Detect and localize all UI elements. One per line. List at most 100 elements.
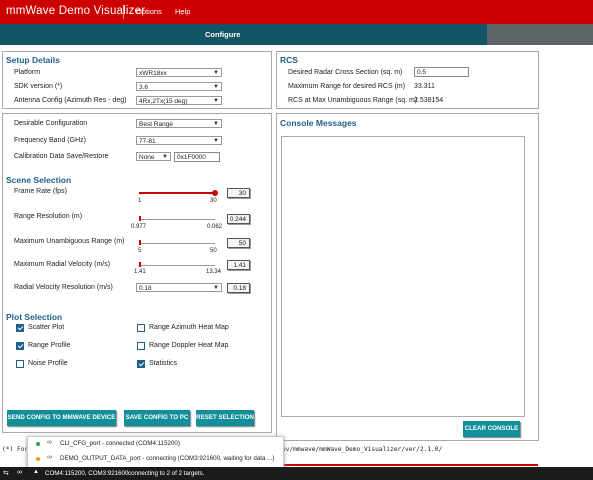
frame-rate-label: Frame Rate (fps) xyxy=(14,188,67,195)
max-radial-velocity-slider[interactable] xyxy=(139,265,215,266)
platform-label: Platform xyxy=(14,69,41,76)
link-icon: ∞ xyxy=(47,439,52,446)
title-separator xyxy=(123,5,124,19)
connect-icon[interactable]: ⇆ xyxy=(3,469,9,477)
frame-rate-slider-handle[interactable] xyxy=(212,190,218,196)
console-title: Console Messages xyxy=(280,118,357,128)
radial-velocity-resolution-select[interactable]: 0.18 ▼ xyxy=(136,283,222,292)
max-radial-velocity-label: Maximum Radial Velocity (m/s) xyxy=(14,261,111,268)
calibration-label: Calibration Data Save/Restore xyxy=(14,153,109,160)
max-unambiguous-range-max: 50 xyxy=(210,248,217,254)
footnote-url[interactable]: ev/mmwave/mmWave_Demo_Visualizer/ver/2.1… xyxy=(282,446,442,453)
frame-rate-max: 30 xyxy=(210,198,217,204)
range-resolution-max: 0.062 xyxy=(207,224,223,230)
range-doppler-heat-map-label: Range Doppler Heat Map xyxy=(149,342,229,349)
max-unambiguous-range-value[interactable]: 50 xyxy=(227,238,250,248)
calibration-address-input[interactable]: 0x1F0000 xyxy=(174,152,220,162)
max-radial-velocity-min: 1.41 xyxy=(134,269,146,275)
reset-selection-button[interactable]: RESET SELECTION xyxy=(196,410,254,426)
max-unambiguous-range-slider-handle[interactable] xyxy=(139,240,141,245)
frequency-band-label: Frequency Band (GHz) xyxy=(14,137,86,144)
range-resolution-slider-handle[interactable] xyxy=(139,216,141,221)
console-messages-area[interactable] xyxy=(281,136,525,417)
range-profile-label: Range Profile xyxy=(28,342,71,349)
frame-rate-slider-fill xyxy=(139,192,215,194)
sdk-label: SDK version (*) xyxy=(14,83,63,90)
noise-profile-label: Noise Profile xyxy=(28,360,68,367)
menu-help[interactable]: Help xyxy=(175,7,190,16)
max-radial-velocity-max: 13.34 xyxy=(206,269,222,275)
sdk-select[interactable]: 3.6 ▼ xyxy=(136,82,222,91)
chevron-down-icon: ▼ xyxy=(162,154,168,160)
cli-port-status: CLI_CFG_port - connected (COM4:115200) xyxy=(60,440,180,447)
platform-select[interactable]: xWR18xx ▼ xyxy=(136,68,222,77)
range-resolution-slider[interactable] xyxy=(139,219,215,220)
max-range-value: 33.311 xyxy=(414,83,435,90)
clear-console-button[interactable]: CLEAR CONSOLE xyxy=(463,421,520,437)
radial-velocity-resolution-label: Radial Velocity Resolution (m/s) xyxy=(14,284,113,291)
max-radial-velocity-value[interactable]: 1.41 xyxy=(227,260,250,270)
status-message: connecting to 2 of 2 targets. xyxy=(128,470,205,477)
send-config-button[interactable]: SEND CONFIG TO MMWAVE DEVICE xyxy=(7,410,116,426)
frame-rate-min: 1 xyxy=(138,198,142,204)
rcs-title: RCS xyxy=(280,55,298,65)
statistics-checkbox[interactable] xyxy=(137,360,145,368)
footnote-text: (*) For xyxy=(2,446,29,453)
broken-link-icon: ∞ xyxy=(47,454,52,461)
rcs-max-label: RCS at Max Unambiguous Range (sq. m) xyxy=(288,97,418,104)
frequency-band-value: 77-81 xyxy=(139,138,156,145)
link-icon[interactable]: ∞ xyxy=(17,469,22,476)
app-title: mmWave Demo Visualizer xyxy=(6,5,146,17)
desirable-config-select[interactable]: Best Range ▼ xyxy=(136,119,222,128)
rcs-max-value: 2.538154 xyxy=(414,97,444,104)
calibration-select-value: None xyxy=(139,154,155,161)
tab-configure[interactable]: Configure xyxy=(205,30,240,39)
radial-velocity-resolution-select-value: 0.18 xyxy=(139,285,152,292)
desirable-config-label: Desirable Configuration xyxy=(14,120,88,127)
antenna-select-value: 4Rx,2Tx(15 deg) xyxy=(139,98,188,105)
frame-rate-value[interactable]: 30 xyxy=(227,188,250,198)
range-resolution-min: 0.977 xyxy=(131,224,147,230)
save-config-button[interactable]: SAVE CONFIG TO PC xyxy=(124,410,190,426)
desired-rcs-label: Desired Radar Cross Section (sq. m) xyxy=(288,69,403,76)
chevron-down-icon: ▼ xyxy=(213,98,219,104)
noise-profile-checkbox[interactable] xyxy=(16,360,24,368)
status-bar: ⇆ ∞ ▲ COM4:115200, COM3:921600 connectin… xyxy=(0,467,593,480)
scatter-plot-label: Scatter Plot xyxy=(28,324,65,331)
data-port-status: DEMO_OUTPUT_DATA_port - connecting (COM3… xyxy=(60,455,275,462)
chevron-down-icon: ▼ xyxy=(213,84,219,90)
sdk-select-value: 3.6 xyxy=(139,84,149,91)
chevron-down-icon: ▼ xyxy=(213,285,219,291)
antenna-label: Antenna Config (Azimuth Res - deg) xyxy=(14,97,127,104)
connecting-dot-icon xyxy=(36,457,40,461)
max-unambiguous-range-slider[interactable] xyxy=(139,243,215,244)
desirable-config-value: Best Range xyxy=(139,121,173,128)
statistics-label: Statistics xyxy=(149,360,178,367)
range-azimuth-heat-map-checkbox[interactable] xyxy=(137,324,145,332)
frequency-band-select[interactable]: 77-81 ▼ xyxy=(136,136,222,145)
radial-velocity-resolution-value[interactable]: 0.18 xyxy=(227,283,250,293)
range-azimuth-heat-map-label: Range Azimuth Heat Map xyxy=(149,324,229,331)
chevron-down-icon: ▼ xyxy=(213,70,219,76)
max-radial-velocity-slider-handle[interactable] xyxy=(139,262,141,267)
max-range-label: Maximum Range for desired RCS (m) xyxy=(288,83,406,90)
range-doppler-heat-map-checkbox[interactable] xyxy=(137,342,145,350)
max-unambiguous-range-label: Maximum Unambiguous Range (m) xyxy=(14,238,125,245)
calibration-select[interactable]: None ▼ xyxy=(136,152,171,161)
max-unambiguous-range-min: 5 xyxy=(138,248,142,254)
range-resolution-label: Range Resolution (m) xyxy=(14,213,83,220)
antenna-select[interactable]: 4Rx,2Tx(15 deg) ▼ xyxy=(136,96,222,105)
status-ports: COM4:115200, COM3:921600 xyxy=(45,470,129,477)
connection-status-popup: ∞ CLI_CFG_port - connected (COM4:115200)… xyxy=(27,436,284,471)
desired-rcs-input[interactable]: 0.5 xyxy=(414,67,469,77)
menu-options[interactable]: Options xyxy=(136,7,162,16)
range-resolution-value[interactable]: 0.244 xyxy=(227,214,250,224)
scene-selection-title: Scene Selection xyxy=(6,175,72,185)
tab-bar-empty xyxy=(487,24,593,45)
setup-details-title: Setup Details xyxy=(6,55,60,65)
range-profile-checkbox[interactable] xyxy=(16,342,24,350)
chevron-up-icon[interactable]: ▲ xyxy=(33,469,39,475)
plot-selection-title: Plot Selection xyxy=(6,312,63,322)
connected-dot-icon xyxy=(36,442,40,446)
scatter-plot-checkbox[interactable] xyxy=(16,324,24,332)
